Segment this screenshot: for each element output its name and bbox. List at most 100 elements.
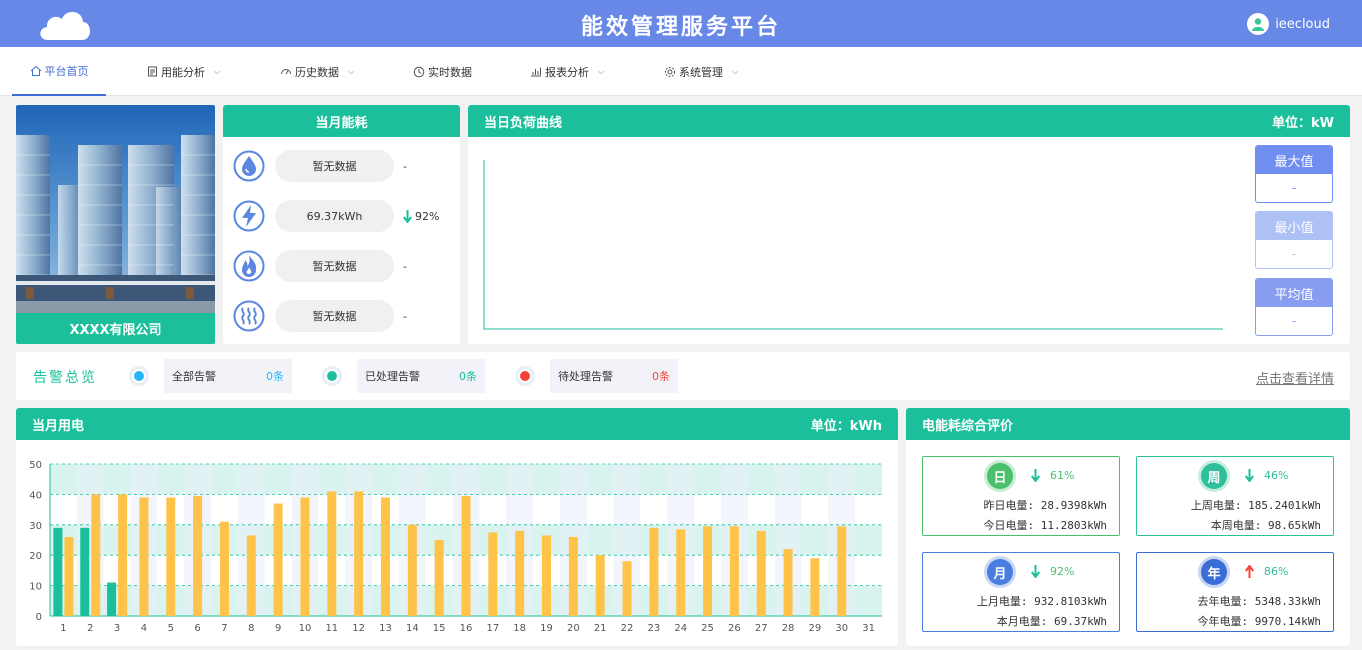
monthly-power-panel: 当月用电 单位：kWh 0 10 20 30 40 50 1 2 3 4 5 6 7 8 9 10 11 12 13… (16, 408, 898, 646)
energy-row-gas: 暂无数据 - (233, 248, 453, 284)
nav-reports[interactable]: 报表分析 ⌵ (530, 47, 604, 96)
gas-trend: - (403, 260, 407, 273)
monthly-power-unit: 单位：kWh (810, 418, 882, 434)
day-prev-value: 28.9398kWh (1040, 499, 1107, 512)
x-tick-label: 6 (194, 623, 200, 634)
monthly-energy-panel: 当月能耗 暂无数据 - 69.37kWh 92% 暂无数据 - 暂无数据 - (223, 105, 460, 344)
user-menu[interactable]: ieecloud (1247, 13, 1330, 35)
alarm-all[interactable]: 全部告警 0条 (132, 359, 292, 393)
bar-series-2 (380, 497, 390, 616)
alarm-all-box: 全部告警 0条 (164, 359, 292, 393)
water-trend: - (403, 160, 407, 173)
eval-card-year: 年 86% 去年电量: 5348.33kWh 今年电量: 9970.14kWh (1136, 552, 1334, 632)
alarm-pending-box: 待处理告警 0条 (550, 359, 678, 393)
chevron-down-icon: ⌵ (598, 66, 605, 76)
stat-avg-label: 平均值 (1256, 279, 1332, 307)
load-curve-panel: 当日负荷曲线 单位：kW (468, 105, 1350, 344)
bar-series-2 (118, 494, 128, 616)
nav-realtime-label: 实时数据 (428, 65, 472, 79)
x-tick-label: 30 (835, 623, 848, 634)
chevron-down-icon: ⌵ (348, 66, 355, 76)
nav-energy-analysis-label: 用能分析 (161, 65, 205, 79)
bar-series-2 (568, 536, 578, 616)
nav-system-label: 系统管理 (679, 65, 723, 79)
bar-series-2 (193, 495, 203, 616)
x-tick-label: 4 (141, 623, 147, 634)
bar-series-2 (64, 536, 74, 616)
stat-max-label: 最大值 (1256, 146, 1332, 174)
x-tick-label: 8 (248, 623, 254, 634)
username: ieecloud (1275, 16, 1330, 32)
alarm-handled-count: 0条 (459, 370, 477, 383)
avatar-icon (1247, 13, 1270, 35)
stat-min-label: 最小值 (1256, 212, 1332, 240)
day-prev-label: 昨日电量: (983, 499, 1035, 512)
bar-series-2 (676, 529, 686, 616)
heat-icon (233, 300, 265, 332)
alarm-pending-label: 待处理告警 (558, 370, 613, 383)
monthly-power-bar-chart: 010203040501 2 3 4 5 6 7 8 9 10 11 12 13 14 15 16 17 18 19… (29, 460, 882, 634)
week-prev-label: 上周电量: (1190, 499, 1242, 512)
energy-row-heat: 暂无数据 - (233, 298, 453, 334)
y-tick-label: 20 (29, 551, 42, 562)
arrow-down-icon (403, 209, 412, 223)
energy-row-water: 暂无数据 - (233, 148, 453, 184)
alarm-pending[interactable]: 待处理告警 0条 (518, 359, 678, 393)
chevron-down-icon: ⌵ (732, 66, 739, 76)
heat-value: 暂无数据 (275, 300, 394, 332)
x-tick-label: 1 (60, 623, 66, 634)
year-curr-label: 今年电量: (1197, 615, 1249, 628)
day-curr-value: 11.2803kWh (1040, 519, 1107, 532)
bar-series-1 (107, 582, 117, 616)
month-line-curr: 本月电量: 69.37kWh (997, 613, 1107, 629)
day-badge: 日 (987, 463, 1013, 489)
electricity-icon (233, 200, 265, 232)
eval-card-week: 周 46% 上周电量: 185.2401kWh 本周电量: 98.65kWh (1136, 456, 1334, 536)
bar-series-2 (703, 526, 713, 616)
x-tick-label: 24 (674, 623, 687, 634)
stat-min: 最小值 - (1255, 211, 1333, 269)
nav-history[interactable]: 历史数据 ⌵ (280, 47, 354, 96)
alarm-detail-link[interactable]: 点击查看详情 (1256, 368, 1334, 387)
week-change-pct: 46% (1264, 469, 1289, 482)
x-tick-label: 13 (379, 623, 392, 634)
load-curve-unit: 单位：kW (1272, 115, 1334, 131)
year-change-pct: 86% (1264, 565, 1289, 578)
water-value: 暂无数据 (275, 150, 394, 182)
nav-energy-analysis[interactable]: 用能分析 ⌵ (147, 47, 220, 96)
x-tick-label: 14 (406, 623, 419, 634)
stat-min-value: - (1291, 247, 1297, 261)
load-curve-axes (483, 160, 1223, 330)
alarm-handled-dot (325, 369, 339, 383)
month-line-prev: 上月电量: 932.8103kWh (977, 593, 1107, 609)
eval-card-month: 月 92% 上月电量: 932.8103kWh 本月电量: 69.37kWh (922, 552, 1120, 632)
nav-home[interactable]: 平台首页 (12, 47, 106, 96)
bar-series-2 (649, 527, 659, 616)
alarm-handled[interactable]: 已处理告警 0条 (325, 359, 485, 393)
x-tick-label: 26 (728, 623, 741, 634)
nav-realtime[interactable]: 实时数据 (413, 47, 472, 96)
week-badge: 周 (1201, 463, 1227, 489)
x-tick-label: 23 (648, 623, 661, 634)
electricity-value: 69.37kWh (275, 200, 394, 232)
x-tick-label: 25 (701, 623, 714, 634)
x-tick-label: 27 (755, 623, 768, 634)
x-tick-label: 2 (87, 623, 93, 634)
bar-series-2 (434, 540, 444, 616)
bar-series-2 (837, 526, 847, 616)
bar-series-2 (166, 497, 176, 616)
stat-max: 最大值 - (1255, 145, 1333, 203)
electricity-trend-text: 92% (415, 209, 440, 223)
x-tick-label: 15 (433, 623, 446, 634)
bar-series-2 (407, 524, 417, 616)
clock-icon (413, 66, 425, 77)
x-tick-label: 9 (275, 623, 281, 634)
bar-series-2 (300, 497, 310, 616)
energy-row-electricity: 69.37kWh 92% (233, 198, 453, 234)
x-tick-label: 10 (299, 623, 312, 634)
monthly-energy-title: 当月能耗 (223, 105, 460, 137)
nav-system[interactable]: 系统管理 ⌵ (664, 47, 738, 96)
chevron-down-icon: ⌵ (214, 66, 221, 76)
y-tick-label: 50 (29, 460, 42, 471)
alarm-handled-box: 已处理告警 0条 (357, 359, 485, 393)
